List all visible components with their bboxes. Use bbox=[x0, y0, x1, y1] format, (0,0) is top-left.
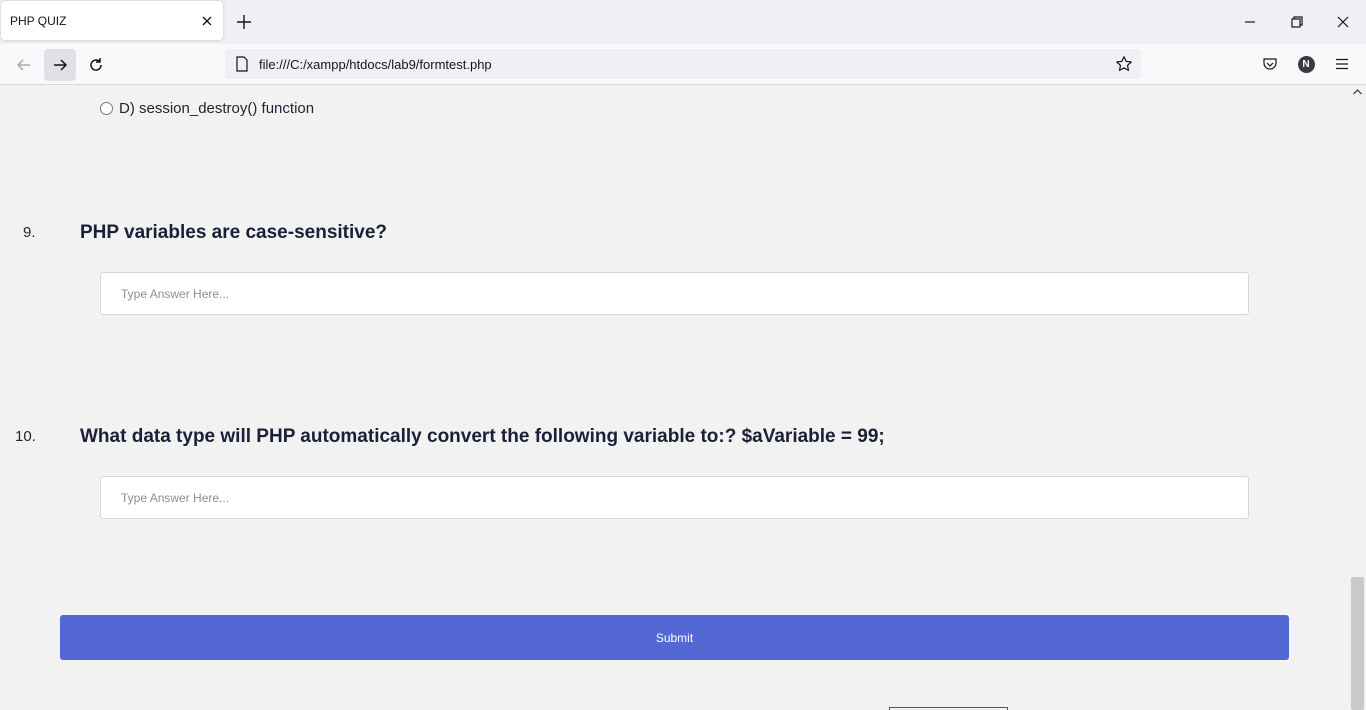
page-content: D) session_destroy() function 9. PHP var… bbox=[0, 85, 1349, 710]
reload-icon bbox=[90, 58, 102, 71]
question-number: 9. bbox=[23, 224, 36, 241]
url-text[interactable]: file:///C:/xampp/htdocs/lab9/formtest.ph… bbox=[259, 57, 492, 72]
plus-icon[interactable] bbox=[234, 12, 254, 32]
navigation-bar: file:///C:/xampp/htdocs/lab9/formtest.ph… bbox=[0, 44, 1366, 85]
answer-input[interactable] bbox=[100, 272, 1249, 315]
vertical-scrollbar[interactable] bbox=[1349, 85, 1366, 710]
back-arrow-icon bbox=[16, 59, 30, 71]
menu-icon bbox=[1336, 58, 1348, 70]
back-button[interactable] bbox=[8, 49, 40, 81]
submit-button[interactable]: Submit bbox=[60, 615, 1289, 660]
answer-input[interactable] bbox=[100, 476, 1249, 519]
close-icon[interactable] bbox=[200, 14, 214, 28]
tab-strip: PHP QUIZ bbox=[0, 0, 1366, 44]
radio-button[interactable] bbox=[100, 102, 113, 115]
menu-button[interactable] bbox=[1332, 54, 1352, 74]
reload-button[interactable] bbox=[80, 49, 112, 81]
account-button[interactable]: N bbox=[1296, 54, 1316, 74]
forward-button[interactable] bbox=[44, 49, 76, 81]
option-label: D) session_destroy() function bbox=[119, 100, 315, 117]
chevron-up-icon[interactable] bbox=[1352, 87, 1363, 97]
tab-title: PHP QUIZ bbox=[10, 14, 67, 28]
avatar: N bbox=[1297, 55, 1315, 73]
star-icon[interactable] bbox=[1115, 55, 1133, 73]
restore-icon[interactable] bbox=[1287, 12, 1307, 32]
forward-arrow-icon bbox=[54, 59, 68, 71]
minimize-icon[interactable] bbox=[1240, 12, 1260, 32]
address-bar[interactable]: file:///C:/xampp/htdocs/lab9/formtest.ph… bbox=[225, 49, 1141, 79]
question-text: What data type will PHP automatically co… bbox=[80, 426, 885, 447]
radio-option-d[interactable]: D) session_destroy() function bbox=[100, 100, 314, 117]
close-icon[interactable] bbox=[1333, 12, 1353, 32]
question-number: 10. bbox=[15, 428, 36, 445]
browser-tab[interactable]: PHP QUIZ bbox=[1, 1, 223, 40]
page-icon bbox=[236, 56, 248, 72]
pocket-button[interactable] bbox=[1260, 54, 1280, 74]
question-text: PHP variables are case-sensitive? bbox=[80, 222, 388, 243]
pocket-icon bbox=[1263, 58, 1277, 70]
scrollbar-thumb[interactable] bbox=[1351, 577, 1364, 710]
